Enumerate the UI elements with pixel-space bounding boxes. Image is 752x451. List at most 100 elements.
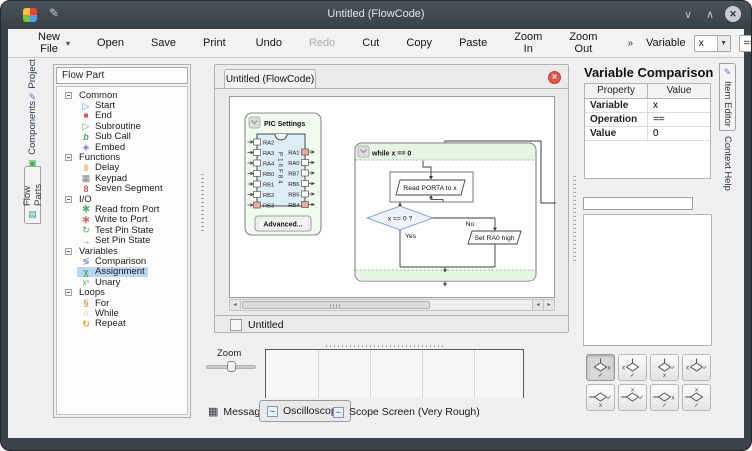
- set-pin-icon: [80, 236, 92, 246]
- tree-section-loops[interactable]: Loops: [57, 287, 187, 297]
- pic-left-pins[interactable]: [254, 139, 261, 208]
- copy-button[interactable]: Copy: [406, 37, 432, 49]
- sidebar-tab-context-help[interactable]: Context Help: [719, 136, 736, 208]
- tree-item-for[interactable]: For: [57, 298, 187, 308]
- flow-part-tree: Common Start End Subroutine Sub Call Emb…: [56, 86, 188, 415]
- table-row[interactable]: Value 0: [585, 127, 710, 141]
- tree-item-assignment[interactable]: Assignment: [57, 267, 187, 277]
- tree-item-subroutine[interactable]: Subroutine: [57, 121, 187, 131]
- pic-collapse-button[interactable]: [249, 117, 260, 128]
- tree-item-repeat[interactable]: Repeat: [57, 319, 187, 329]
- decision-layout-entry-left-x-above-check-right-icon[interactable]: x✓: [618, 384, 647, 411]
- sidebar-tab-components[interactable]: Components ▣: [24, 101, 41, 165]
- tree-item-comparison[interactable]: Comparison: [57, 256, 187, 266]
- tree-item-delay[interactable]: Delay: [57, 163, 187, 173]
- subroutine-icon: [80, 121, 92, 131]
- svg-text:RB0: RB0: [263, 172, 274, 178]
- svg-text:✓: ✓: [638, 396, 643, 402]
- tab-scope-screen[interactable]: ~ Scope Screen (Very Rough): [333, 402, 480, 422]
- toolbar-overflow-icon[interactable]: »: [627, 38, 633, 49]
- scroll-left-icon[interactable]: ◂: [532, 300, 543, 310]
- decision-layout-entry-left-x-right-check-below-icon[interactable]: x✓: [650, 384, 679, 411]
- scroll-left-icon[interactable]: ◂: [230, 300, 241, 310]
- zoom-in-button[interactable]: Zoom In: [514, 31, 542, 55]
- decision-layout-entry-left-x-above-check-below-icon[interactable]: x✓: [682, 384, 711, 411]
- sidebar-tab-project[interactable]: Project ✎: [24, 59, 41, 101]
- operation-select[interactable]: == ▼: [739, 35, 752, 52]
- flowchart-canvas[interactable]: while x == 0 Read PORTA to x: [229, 96, 555, 298]
- cut-button[interactable]: Cut: [362, 37, 379, 49]
- keypad-icon: [80, 173, 92, 183]
- start-icon: [80, 101, 92, 111]
- tree-item-embed[interactable]: Embed: [57, 142, 187, 152]
- tree-section-variables[interactable]: Variables: [57, 246, 187, 256]
- macro-checkbox[interactable]: [230, 319, 242, 331]
- collapse-icon[interactable]: [65, 154, 72, 161]
- tree-item-read-from-port[interactable]: Read from Port: [57, 204, 187, 214]
- maximize-icon[interactable]: ∧: [703, 8, 717, 21]
- sidebar-tab-item-editor[interactable]: ✎ Item Editor: [719, 63, 736, 131]
- right-panel-splitter-handle[interactable]: [573, 176, 576, 261]
- tree-item-test-pin-state[interactable]: Test Pin State: [57, 225, 187, 235]
- zoom-out-button[interactable]: Zoom Out: [569, 31, 597, 55]
- window-title: Untitled (FlowCode): [1, 8, 751, 20]
- new-file-button[interactable]: New File ▾: [38, 31, 70, 55]
- chevron-down-icon[interactable]: ▼: [717, 36, 730, 51]
- tree-item-while[interactable]: While: [57, 308, 187, 318]
- collapse-icon[interactable]: [65, 92, 72, 99]
- sidebar-tab-flow-parts[interactable]: Flow Parts ▤: [24, 166, 41, 224]
- save-button[interactable]: Save: [151, 37, 176, 49]
- tree-splitter-handle[interactable]: [201, 171, 204, 231]
- tree-item-unary[interactable]: Unary: [57, 277, 187, 287]
- variable-label: Variable: [646, 37, 686, 49]
- tree-item-end[interactable]: End: [57, 111, 187, 121]
- scrollbar-thumb[interactable]: [242, 301, 430, 309]
- variable-select[interactable]: x ▼: [694, 35, 731, 52]
- tree-item-set-pin-state[interactable]: Set Pin State: [57, 235, 187, 245]
- tree-item-seven-segment[interactable]: Seven Segment: [57, 184, 187, 194]
- table-row[interactable]: Operation ==: [585, 113, 710, 127]
- app-window: ✎ Untitled (FlowCode) ∨ ∧ ✕ New File ▾ O…: [0, 0, 752, 451]
- repeat-icon: [80, 319, 92, 329]
- decision-layout-entry-top-x-left-check-below-icon[interactable]: x✓: [618, 354, 647, 381]
- canvas-horizontal-scrollbar[interactable]: ◂ ◂ ▸: [229, 299, 555, 311]
- decision-layout-entry-left-check-right-x-below-icon[interactable]: ✓x: [586, 384, 615, 411]
- scroll-right-icon[interactable]: ▸: [543, 300, 554, 310]
- decision-layout-entry-top-x-right-check-below-icon[interactable]: x✓: [586, 354, 615, 381]
- chip-name-label: P16F84: [277, 152, 284, 186]
- svg-text:x: x: [672, 396, 675, 402]
- tree-item-sub-call[interactable]: Sub Call: [57, 132, 187, 142]
- open-button[interactable]: Open: [97, 37, 124, 49]
- set-ra0-label: Set RA0 high: [474, 235, 514, 242]
- minimize-icon[interactable]: ∨: [681, 8, 695, 21]
- svg-text:x: x: [663, 373, 666, 378]
- oscilloscope-display: [265, 349, 524, 398]
- tree-section-io[interactable]: I/O: [57, 194, 187, 204]
- decision-layout-entry-top-check-right-x-below-icon[interactable]: ✓x: [650, 354, 679, 381]
- item-editor-input[interactable]: [583, 197, 693, 210]
- item-editor-list[interactable]: [583, 214, 712, 346]
- collapse-icon[interactable]: [65, 248, 72, 255]
- column-header-property[interactable]: Property: [585, 84, 648, 98]
- document-tab[interactable]: Untitled (FlowCode): [224, 69, 316, 89]
- print-button[interactable]: Print: [203, 37, 226, 49]
- tree-section-functions[interactable]: Functions: [57, 152, 187, 162]
- close-window-icon[interactable]: ✕: [725, 6, 741, 22]
- collapse-icon[interactable]: [65, 289, 72, 296]
- collapse-icon[interactable]: [65, 196, 72, 203]
- table-row[interactable]: Variable x: [585, 99, 710, 113]
- undo-button[interactable]: Undo: [256, 37, 282, 49]
- tree-item-write-to-port[interactable]: Write to Port: [57, 215, 187, 225]
- scope-splitter-handle[interactable]: [326, 345, 446, 347]
- close-document-icon[interactable]: ✕: [548, 71, 561, 84]
- while-collapse-button[interactable]: [358, 146, 369, 157]
- svg-text:RB2: RB2: [263, 193, 274, 199]
- tree-item-keypad[interactable]: Keypad: [57, 173, 187, 183]
- tree-item-start[interactable]: Start: [57, 100, 187, 110]
- paste-button[interactable]: Paste: [459, 37, 487, 49]
- item-editor-title: Variable Comparison: [584, 65, 713, 80]
- decision-layout-entry-top-x-left-check-right-icon[interactable]: x✓: [682, 354, 711, 381]
- tree-section-common[interactable]: Common: [57, 90, 187, 100]
- zoom-slider-thumb[interactable]: [227, 361, 236, 372]
- column-header-value[interactable]: Value: [648, 84, 710, 98]
